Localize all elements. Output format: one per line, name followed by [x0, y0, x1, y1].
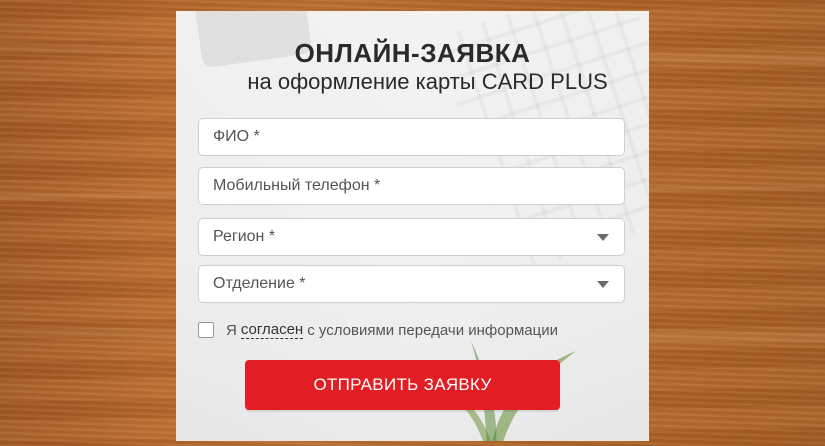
phone-input[interactable] [198, 167, 625, 205]
chevron-down-icon [597, 234, 609, 241]
consent-checkbox[interactable] [198, 322, 214, 338]
fio-input[interactable] [198, 118, 625, 156]
form-subtitle: на оформление карты CARD PLUS [247, 69, 608, 94]
chevron-down-icon [597, 281, 609, 288]
region-select[interactable]: Регион * [198, 218, 625, 256]
consent-terms-link[interactable]: согласен [240, 321, 304, 339]
branch-select[interactable]: Отделение * [198, 265, 625, 303]
consent-prefix: Я [226, 321, 237, 339]
application-form-panel: ОНЛАЙН-ЗАЯВКА на оформление карты CARD P… [176, 11, 649, 441]
consent-suffix: с условиями передачи информации [307, 321, 558, 339]
region-select-label: Регион * [213, 228, 276, 245]
submit-application-button[interactable]: ОТПРАВИТЬ ЗАЯВКУ [245, 360, 560, 410]
consent-row: Я согласен с условиями передачи информац… [198, 320, 558, 340]
branch-select-label: Отделение * [213, 275, 306, 292]
form-title: ОНЛАЙН-ЗАЯВКА [294, 38, 531, 68]
